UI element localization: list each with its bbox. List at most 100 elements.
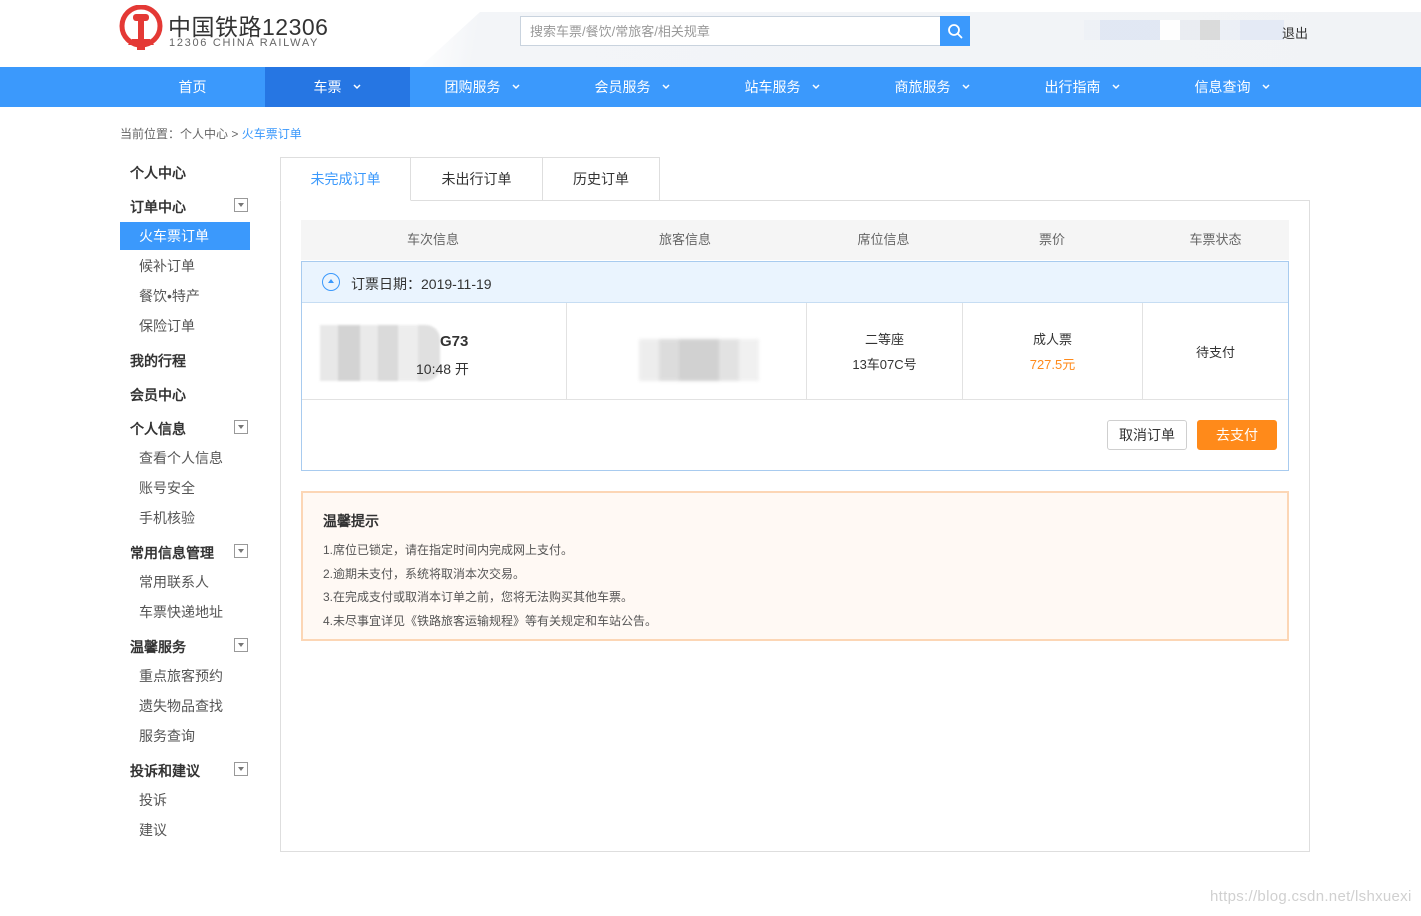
sidebar-home[interactable]: 个人中心 <box>130 163 186 183</box>
nav-item-business[interactable]: 商旅服务 <box>860 67 1005 107</box>
sidebar-item-service-query[interactable]: 服务查询 <box>120 722 250 750</box>
nav-item-tickets[interactable]: 车票 <box>265 67 410 107</box>
chevron-down-icon <box>1111 84 1120 90</box>
order-card: 订票日期：2019-11-19 G73 10:48 开 二等座 13车07C号 … <box>301 261 1289 471</box>
collapse-toggle-icon[interactable] <box>234 638 248 652</box>
pay-button[interactable]: 去支付 <box>1197 420 1277 450</box>
departure-time: 10:48 开 <box>416 361 469 377</box>
tip-item: 4.未尽事宜详见《铁路旅客运输规程》等有关规定和车站公告。 <box>323 614 658 628</box>
sidebar-item-view-profile[interactable]: 查看个人信息 <box>120 444 250 472</box>
sidebar-item-account-security[interactable]: 账号安全 <box>120 474 250 502</box>
tips-box: 温馨提示 1.席位已锁定，请在指定时间内完成网上支付。 2.逾期未支付，系统将取… <box>301 491 1289 641</box>
status-cell: 待支付 <box>1143 303 1288 400</box>
sidebar-item-complaint[interactable]: 投诉 <box>120 786 250 814</box>
sidebar-item-delivery-address[interactable]: 车票快递地址 <box>120 598 250 626</box>
collapse-toggle-icon[interactable] <box>234 198 248 212</box>
sidebar-section-services[interactable]: 温馨服务 <box>130 637 186 657</box>
collapse-up-icon[interactable] <box>322 273 340 291</box>
column-header-price: 票价 <box>1038 232 1065 247</box>
nav-item-info[interactable]: 信息查询 <box>1160 67 1305 107</box>
column-header-train: 车次信息 <box>406 232 459 247</box>
site-header: 中国铁路12306 12306 CHINA RAILWAY 退出 <box>0 0 1421 67</box>
ticket-type: 成人票 <box>1032 332 1072 347</box>
sidebar-item-key-passenger[interactable]: 重点旅客预约 <box>120 662 250 690</box>
chevron-down-icon <box>511 84 520 90</box>
sidebar-section-feedback[interactable]: 投诉和建议 <box>130 761 200 781</box>
brand-name-en: 12306 CHINA RAILWAY <box>169 37 320 49</box>
nav-item-station[interactable]: 站车服务 <box>710 67 855 107</box>
column-header-seat: 席位信息 <box>857 232 910 247</box>
passenger-info-cell <box>567 303 807 400</box>
nav-item-guide[interactable]: 出行指南 <box>1010 67 1155 107</box>
breadcrumb-separator: > <box>228 127 242 141</box>
cancel-order-button[interactable]: 取消订单 <box>1107 420 1187 450</box>
nav-item-member[interactable]: 会员服务 <box>560 67 705 107</box>
sidebar-section-common[interactable]: 常用信息管理 <box>130 543 214 563</box>
logout-link[interactable]: 退出 <box>1282 23 1308 42</box>
collapse-toggle-icon[interactable] <box>234 762 248 776</box>
column-header-passenger: 旅客信息 <box>658 232 711 247</box>
seat-info-cell: 二等座 13车07C号 <box>807 303 963 400</box>
tab-history[interactable]: 历史订单 <box>542 157 660 201</box>
main-nav: 首页 车票 团购服务 会员服务 站车服务 商旅服务 出行指南 信息查询 <box>0 67 1421 107</box>
chevron-down-icon <box>352 84 361 90</box>
sidebar-item-insurance[interactable]: 保险订单 <box>120 312 250 340</box>
ticket-price: 727.5元 <box>1029 357 1076 372</box>
table-header: 车次信息 旅客信息 席位信息 票价 车票状态 <box>301 220 1289 260</box>
railway-logo-icon[interactable] <box>118 5 164 51</box>
nav-label: 出行指南 <box>1044 79 1101 95</box>
sidebar-item-lost-found[interactable]: 遗失物品查找 <box>120 692 250 720</box>
sidebar-item-train-orders[interactable]: 火车票订单 <box>120 222 250 250</box>
chevron-down-icon <box>1261 84 1270 90</box>
sidebar-item-phone-verify[interactable]: 手机核验 <box>120 504 250 532</box>
column-header-status: 车票状态 <box>1189 232 1242 247</box>
breadcrumb: 当前位置：个人中心 > 火车票订单 <box>120 125 302 142</box>
nav-label: 会员服务 <box>594 79 651 95</box>
chevron-down-icon <box>811 84 820 90</box>
nav-label: 站车服务 <box>744 79 801 95</box>
nav-label: 车票 <box>313 79 342 95</box>
sidebar-item-suggestion[interactable]: 建议 <box>120 816 250 844</box>
tip-item: 2.逾期未支付，系统将取消本次交易。 <box>323 567 526 581</box>
sidebar-section-personal[interactable]: 个人信息 <box>130 419 186 439</box>
search-button[interactable] <box>940 16 970 46</box>
collapse-toggle-icon[interactable] <box>234 420 248 434</box>
tab-unfinished[interactable]: 未完成订单 <box>280 157 411 201</box>
breadcrumb-parent[interactable]: 个人中心 <box>180 127 228 141</box>
order-date: 订票日期：2019-11-19 <box>351 276 492 292</box>
collapse-toggle-icon[interactable] <box>234 544 248 558</box>
sidebar-section-orders[interactable]: 订单中心 <box>130 197 186 217</box>
nav-item-group[interactable]: 团购服务 <box>410 67 555 107</box>
chevron-down-icon <box>661 84 670 90</box>
order-date-row: 订票日期：2019-11-19 <box>302 262 1288 303</box>
train-number: G73 <box>440 333 469 350</box>
nav-label: 团购服务 <box>444 79 501 95</box>
user-info-redacted <box>1084 20 1284 40</box>
seat-number: 13车07C号 <box>852 357 917 372</box>
nav-label: 商旅服务 <box>894 79 951 95</box>
price-cell: 成人票 727.5元 <box>963 303 1143 400</box>
ticket-status: 待支付 <box>1195 344 1235 360</box>
search-box <box>520 16 940 46</box>
breadcrumb-prefix: 当前位置： <box>120 127 181 141</box>
train-info-cell: G73 10:48 开 <box>302 303 567 400</box>
tip-item: 1.席位已锁定，请在指定时间内完成网上支付。 <box>323 543 574 557</box>
tip-item: 3.在完成支付或取消本订单之前，您将无法购买其他车票。 <box>323 590 634 604</box>
search-icon <box>948 24 963 39</box>
nav-label: 首页 <box>178 79 207 95</box>
chevron-down-icon <box>961 84 970 90</box>
nav-label: 信息查询 <box>1194 79 1251 95</box>
search-input[interactable] <box>521 17 940 45</box>
sidebar-item-waitlist-orders[interactable]: 候补订单 <box>120 252 250 280</box>
watermark: https://blog.csdn.net/lshxuexi <box>1210 888 1412 905</box>
sidebar-trips[interactable]: 我的行程 <box>130 351 186 371</box>
tab-not-travelled[interactable]: 未出行订单 <box>410 157 543 201</box>
nav-item-home[interactable]: 首页 <box>120 67 265 107</box>
sidebar-item-food[interactable]: 餐饮•特产 <box>120 282 250 310</box>
breadcrumb-current: 火车票订单 <box>241 127 302 141</box>
sidebar-item-contacts[interactable]: 常用联系人 <box>120 568 250 596</box>
tips-title: 温馨提示 <box>323 513 379 529</box>
redacted-passenger-info <box>639 339 759 381</box>
sidebar-member[interactable]: 会员中心 <box>130 385 186 405</box>
seat-class: 二等座 <box>864 332 904 347</box>
